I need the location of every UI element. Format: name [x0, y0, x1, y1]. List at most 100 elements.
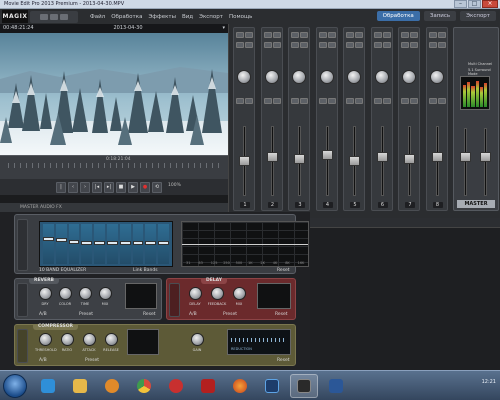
channel-eq-button[interactable]: [410, 42, 418, 48]
channel-eq-button[interactable]: [245, 42, 253, 48]
channel-send-button[interactable]: [428, 98, 437, 104]
reverb-dry-knob[interactable]: [39, 287, 52, 300]
eq-band-handle[interactable]: [132, 241, 144, 246]
taskbar-word-icon[interactable]: [322, 374, 350, 398]
reverb-reset[interactable]: Reset: [143, 312, 156, 317]
channel-fx-button[interactable]: [346, 42, 354, 48]
go-end-button[interactable]: ▸|: [104, 181, 114, 193]
menu-item-help[interactable]: Помощь: [229, 14, 252, 20]
channel-send-button[interactable]: [437, 98, 446, 104]
channel-eq-button[interactable]: [272, 42, 281, 48]
channel-solo-button[interactable]: [300, 32, 308, 38]
compressor-attack-knob[interactable]: [83, 333, 96, 346]
timeline-scrubber[interactable]: 0:18:21:04: [0, 155, 228, 179]
taskbar-folder-icon[interactable]: [66, 374, 94, 398]
channel-solo-button[interactable]: [410, 32, 418, 38]
channel-send-button[interactable]: [382, 98, 391, 104]
play-button[interactable]: ▶: [128, 181, 138, 193]
eq-band-slider[interactable]: [55, 224, 67, 264]
delay-time-knob[interactable]: [189, 287, 202, 300]
channel-send-button[interactable]: [373, 98, 382, 104]
eq-band-handle[interactable]: [119, 241, 131, 246]
zoom-level[interactable]: 100%: [168, 183, 181, 188]
record-button[interactable]: ●: [140, 181, 150, 193]
go-start-button[interactable]: |◂: [92, 181, 102, 193]
eq-band-slider[interactable]: [145, 224, 157, 264]
channel-fx-button[interactable]: [318, 42, 327, 48]
reverb-mix-knob[interactable]: [99, 287, 112, 300]
channel-solo-button[interactable]: [245, 32, 253, 38]
channel-send-button[interactable]: [410, 98, 418, 104]
channel-mute-button[interactable]: [291, 32, 299, 38]
timeline-ruler[interactable]: [8, 163, 220, 168]
compressor-preset[interactable]: Preset: [85, 358, 99, 363]
channel-pan-knob[interactable]: [292, 70, 306, 84]
channel-mute-button[interactable]: [373, 32, 382, 38]
channel-pan-knob[interactable]: [402, 70, 416, 84]
channel-solo-button[interactable]: [272, 32, 281, 38]
channel-fx-button[interactable]: [373, 42, 382, 48]
reverb-preset[interactable]: Preset: [79, 312, 93, 317]
eq-band-handle[interactable]: [43, 237, 54, 242]
eq-band-slider[interactable]: [81, 224, 93, 264]
marker-button[interactable]: |: [56, 181, 66, 193]
undo-icon[interactable]: [40, 13, 48, 20]
next-frame-button[interactable]: ›: [80, 181, 90, 193]
eq-band-slider[interactable]: [132, 224, 144, 264]
reverb-time-knob[interactable]: [79, 287, 92, 300]
eq-band-slider[interactable]: [158, 224, 169, 264]
compressor-release-knob[interactable]: [105, 333, 118, 346]
start-button[interactable]: [3, 374, 27, 398]
timeline-area[interactable]: [310, 218, 500, 370]
taskbar-ie-icon[interactable]: [34, 374, 62, 398]
channel-mute-button[interactable]: [236, 32, 244, 38]
minimize-button[interactable]: –: [454, 0, 467, 8]
taskbar-opera-icon[interactable]: [162, 374, 190, 398]
channel-fader[interactable]: [321, 150, 333, 160]
channel-solo-button[interactable]: [437, 32, 446, 38]
eq-preset[interactable]: Link Bands: [133, 268, 158, 273]
delay-ab[interactable]: A/B: [189, 312, 197, 317]
channel-mute-button[interactable]: [318, 32, 327, 38]
eq-band-handle[interactable]: [145, 241, 157, 246]
close-button[interactable]: ×: [482, 0, 498, 8]
channel-solo-button[interactable]: [382, 32, 391, 38]
eq-band-slider[interactable]: [94, 224, 105, 264]
channel-pan-knob[interactable]: [429, 70, 444, 84]
eq-band-slider[interactable]: [106, 224, 118, 264]
tab-edit[interactable]: Обработка: [376, 11, 420, 21]
tab-record[interactable]: Запись: [423, 11, 457, 21]
maximize-button[interactable]: □: [468, 0, 481, 8]
channel-pan-knob[interactable]: [374, 70, 389, 84]
channel-mute-button[interactable]: [428, 32, 437, 38]
channel-eq-button[interactable]: [355, 42, 363, 48]
channel-fx-button[interactable]: [401, 42, 409, 48]
reverb-color-knob[interactable]: [59, 287, 72, 300]
channel-fader[interactable]: [404, 154, 415, 164]
taskbar-magix-icon[interactable]: [290, 374, 318, 398]
eq-band-slider[interactable]: [119, 224, 131, 264]
eq-side-controls[interactable]: [17, 219, 28, 271]
loop-button[interactable]: ⟲: [152, 181, 162, 193]
channel-fader[interactable]: [239, 156, 250, 166]
tab-export[interactable]: Экспорт: [460, 11, 496, 21]
channel-pan-knob[interactable]: [264, 70, 279, 84]
system-clock[interactable]: 12:21: [482, 379, 496, 385]
channel-solo-button[interactable]: [355, 32, 363, 38]
prev-frame-button[interactable]: ‹: [68, 181, 78, 193]
channel-send-button[interactable]: [355, 98, 363, 104]
channel-fader[interactable]: [349, 156, 360, 166]
eq-band-handle[interactable]: [81, 241, 93, 246]
channel-eq-button[interactable]: [327, 42, 336, 48]
master-fader-right[interactable]: [480, 152, 491, 162]
delay-reset[interactable]: Reset: [275, 312, 288, 317]
compressor-ratio-knob[interactable]: [61, 333, 74, 346]
preview-menu-icon[interactable]: ▾: [222, 24, 225, 33]
video-preview[interactable]: [0, 33, 228, 155]
channel-send-button[interactable]: [291, 98, 299, 104]
menu-item-file[interactable]: Файл: [90, 14, 105, 20]
delay-mix-knob[interactable]: [233, 287, 246, 300]
channel-send-button[interactable]: [245, 98, 253, 104]
master-fader-left-slot[interactable]: [464, 128, 467, 196]
reverb-ab[interactable]: A/B: [39, 312, 47, 317]
